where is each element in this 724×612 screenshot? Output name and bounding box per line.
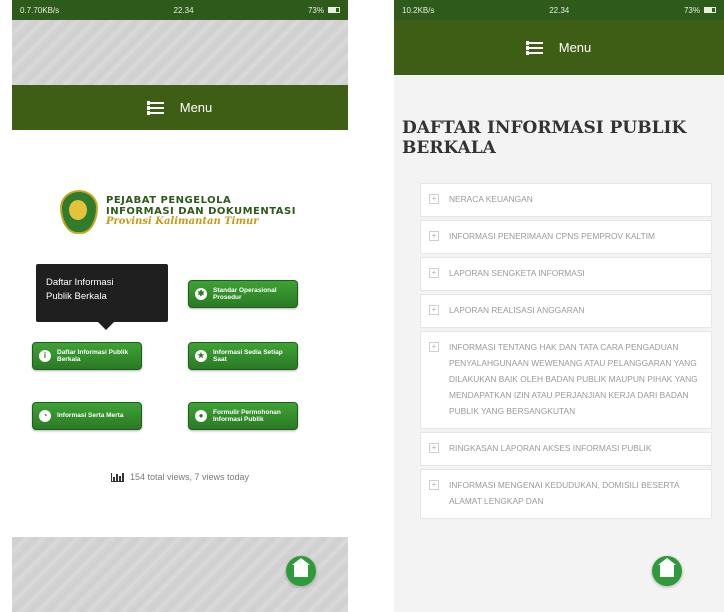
accordion-item[interactable]: + INFORMASI TENTANG HAK DAN TATA CARA PE… xyxy=(420,330,712,429)
accordion-item[interactable]: + LAPORAN SENGKETA INFORMASI xyxy=(420,256,712,291)
logo-line-3: Provinsi Kalimantan Timur xyxy=(106,216,259,228)
berkala-button-label: Daftar Informasi Publik Berkala xyxy=(57,348,129,363)
network-speed: 10.2KB/s xyxy=(402,5,435,15)
left-phone-screen: 0.7.70KB/s 22.34 73% Menu PEJABAT PENGEL… xyxy=(12,0,348,612)
expand-icon: + xyxy=(429,230,439,241)
page-title: DAFTAR INFORMASI PUBLIK BERKALA xyxy=(402,118,687,158)
accordion-item-label: NERACA KEUANGAN xyxy=(449,194,533,204)
battery-icon xyxy=(328,7,340,13)
expand-icon: + xyxy=(429,304,439,315)
main-content: DAFTAR INFORMASI PUBLIK BERKALA + NERACA… xyxy=(394,75,724,612)
setiap-saat-button[interactable]: ★ Informasi Sedia Setiap Saat xyxy=(188,342,298,370)
expand-icon: + xyxy=(429,479,439,490)
home-icon xyxy=(292,558,310,577)
network-speed: 0.7.70KB/s xyxy=(20,5,60,15)
home-icon xyxy=(658,558,676,577)
main-content: PEJABAT PENGELOLA INFORMASI DAN DOKUMENT… xyxy=(12,130,348,537)
info-icon: i xyxy=(39,350,51,362)
view-counter-text: 154 total views, 7 views today xyxy=(129,472,250,482)
expand-icon: + xyxy=(429,442,439,453)
view-counter: 154 total views, 7 views today xyxy=(12,472,348,482)
gear-icon: ✱ xyxy=(195,288,207,300)
menu-label: Menu xyxy=(179,100,213,115)
battery-percent: 73% xyxy=(683,5,700,15)
hamburger-icon xyxy=(146,100,164,115)
battery-percent: 73% xyxy=(307,5,324,15)
accordion-item-label: LAPORAN SENGKETA INFORMASI xyxy=(449,267,585,278)
status-bar: 0.7.70KB/s 22.34 73% xyxy=(12,0,348,20)
clock: 22.34 xyxy=(549,5,570,15)
formulir-button-label: Formulir Permohonan Informasi Publik xyxy=(213,408,281,423)
accordion-item[interactable]: + NERACA KEUANGAN xyxy=(420,183,712,217)
accordion-item-label: INFORMASI MENGENAI KEDUDUKAN, DOMISILI B… xyxy=(449,479,680,506)
expand-icon: + xyxy=(429,267,439,278)
battery-icon xyxy=(703,7,716,13)
clock-icon: ◔ xyxy=(39,410,51,422)
ppid-logo[interactable]: PEJABAT PENGELOLA INFORMASI DAN DOKUMENT… xyxy=(60,190,296,234)
sop-button-label: Standar Operasional Prosedur xyxy=(213,286,277,301)
clock: 22.34 xyxy=(173,5,194,15)
chat-icon: ● xyxy=(195,410,207,422)
right-phone-screen: 10.2KB/s 22.34 73% Menu DAFTAR INFORMASI… xyxy=(394,0,724,612)
accordion-item-label: RINGKASAN LAPORAN AKSES INFORMASI PUBLIK xyxy=(449,442,652,453)
accordion-item[interactable]: + INFORMASI MENGENAI KEDUDUKAN, DOMISILI… xyxy=(420,468,712,519)
emblem-icon xyxy=(60,190,98,234)
chart-icon xyxy=(110,472,124,482)
menu-button[interactable]: Menu xyxy=(12,85,348,130)
expand-icon: + xyxy=(429,194,439,204)
hamburger-icon xyxy=(525,40,543,55)
berkala-button[interactable]: i Daftar Informasi Publik Berkala xyxy=(32,342,142,370)
accordion-item-label: LAPORAN REALISASI ANGGARAN xyxy=(449,304,585,315)
home-fab-button[interactable] xyxy=(286,556,316,586)
accordion-item[interactable]: + INFORMASI PENERIMAAN CPNS PEMPROV KALT… xyxy=(420,219,712,254)
status-bar: 10.2KB/s 22.34 73% xyxy=(394,0,724,20)
sop-button[interactable]: ✱ Standar Operasional Prosedur xyxy=(188,280,298,308)
star-icon: ★ xyxy=(195,350,207,362)
header-background xyxy=(12,20,348,85)
accordion-item-label: INFORMASI TENTANG HAK DAN TATA CARA PENG… xyxy=(449,341,698,416)
accordion-item[interactable]: + RINGKASAN LAPORAN AKSES INFORMASI PUBL… xyxy=(420,431,712,466)
setiap-saat-button-label: Informasi Sedia Setiap Saat xyxy=(213,348,283,363)
menu-label: Menu xyxy=(558,40,592,55)
accordion-item[interactable]: + LAPORAN REALISASI ANGGARAN xyxy=(420,293,712,328)
home-fab-button[interactable] xyxy=(652,556,682,586)
expand-icon: + xyxy=(429,341,439,352)
tooltip: Daftar Informasi Publik Berkala xyxy=(36,264,168,330)
formulir-button[interactable]: ● Formulir Permohonan Informasi Publik xyxy=(188,402,298,430)
tooltip-line-1: Daftar Informasi xyxy=(46,277,114,288)
serta-merta-button-label: Informasi Serta Merta xyxy=(57,412,124,420)
accordion-list: + NERACA KEUANGAN + INFORMASI PENERIMAAN… xyxy=(420,183,712,522)
menu-button[interactable]: Menu xyxy=(394,20,724,75)
serta-merta-button[interactable]: ◔ Informasi Serta Merta xyxy=(32,402,142,430)
tooltip-line-2: Publik Berkala xyxy=(46,291,107,303)
accordion-item-label: INFORMASI PENERIMAAN CPNS PEMPROV KALTIM xyxy=(449,230,655,241)
